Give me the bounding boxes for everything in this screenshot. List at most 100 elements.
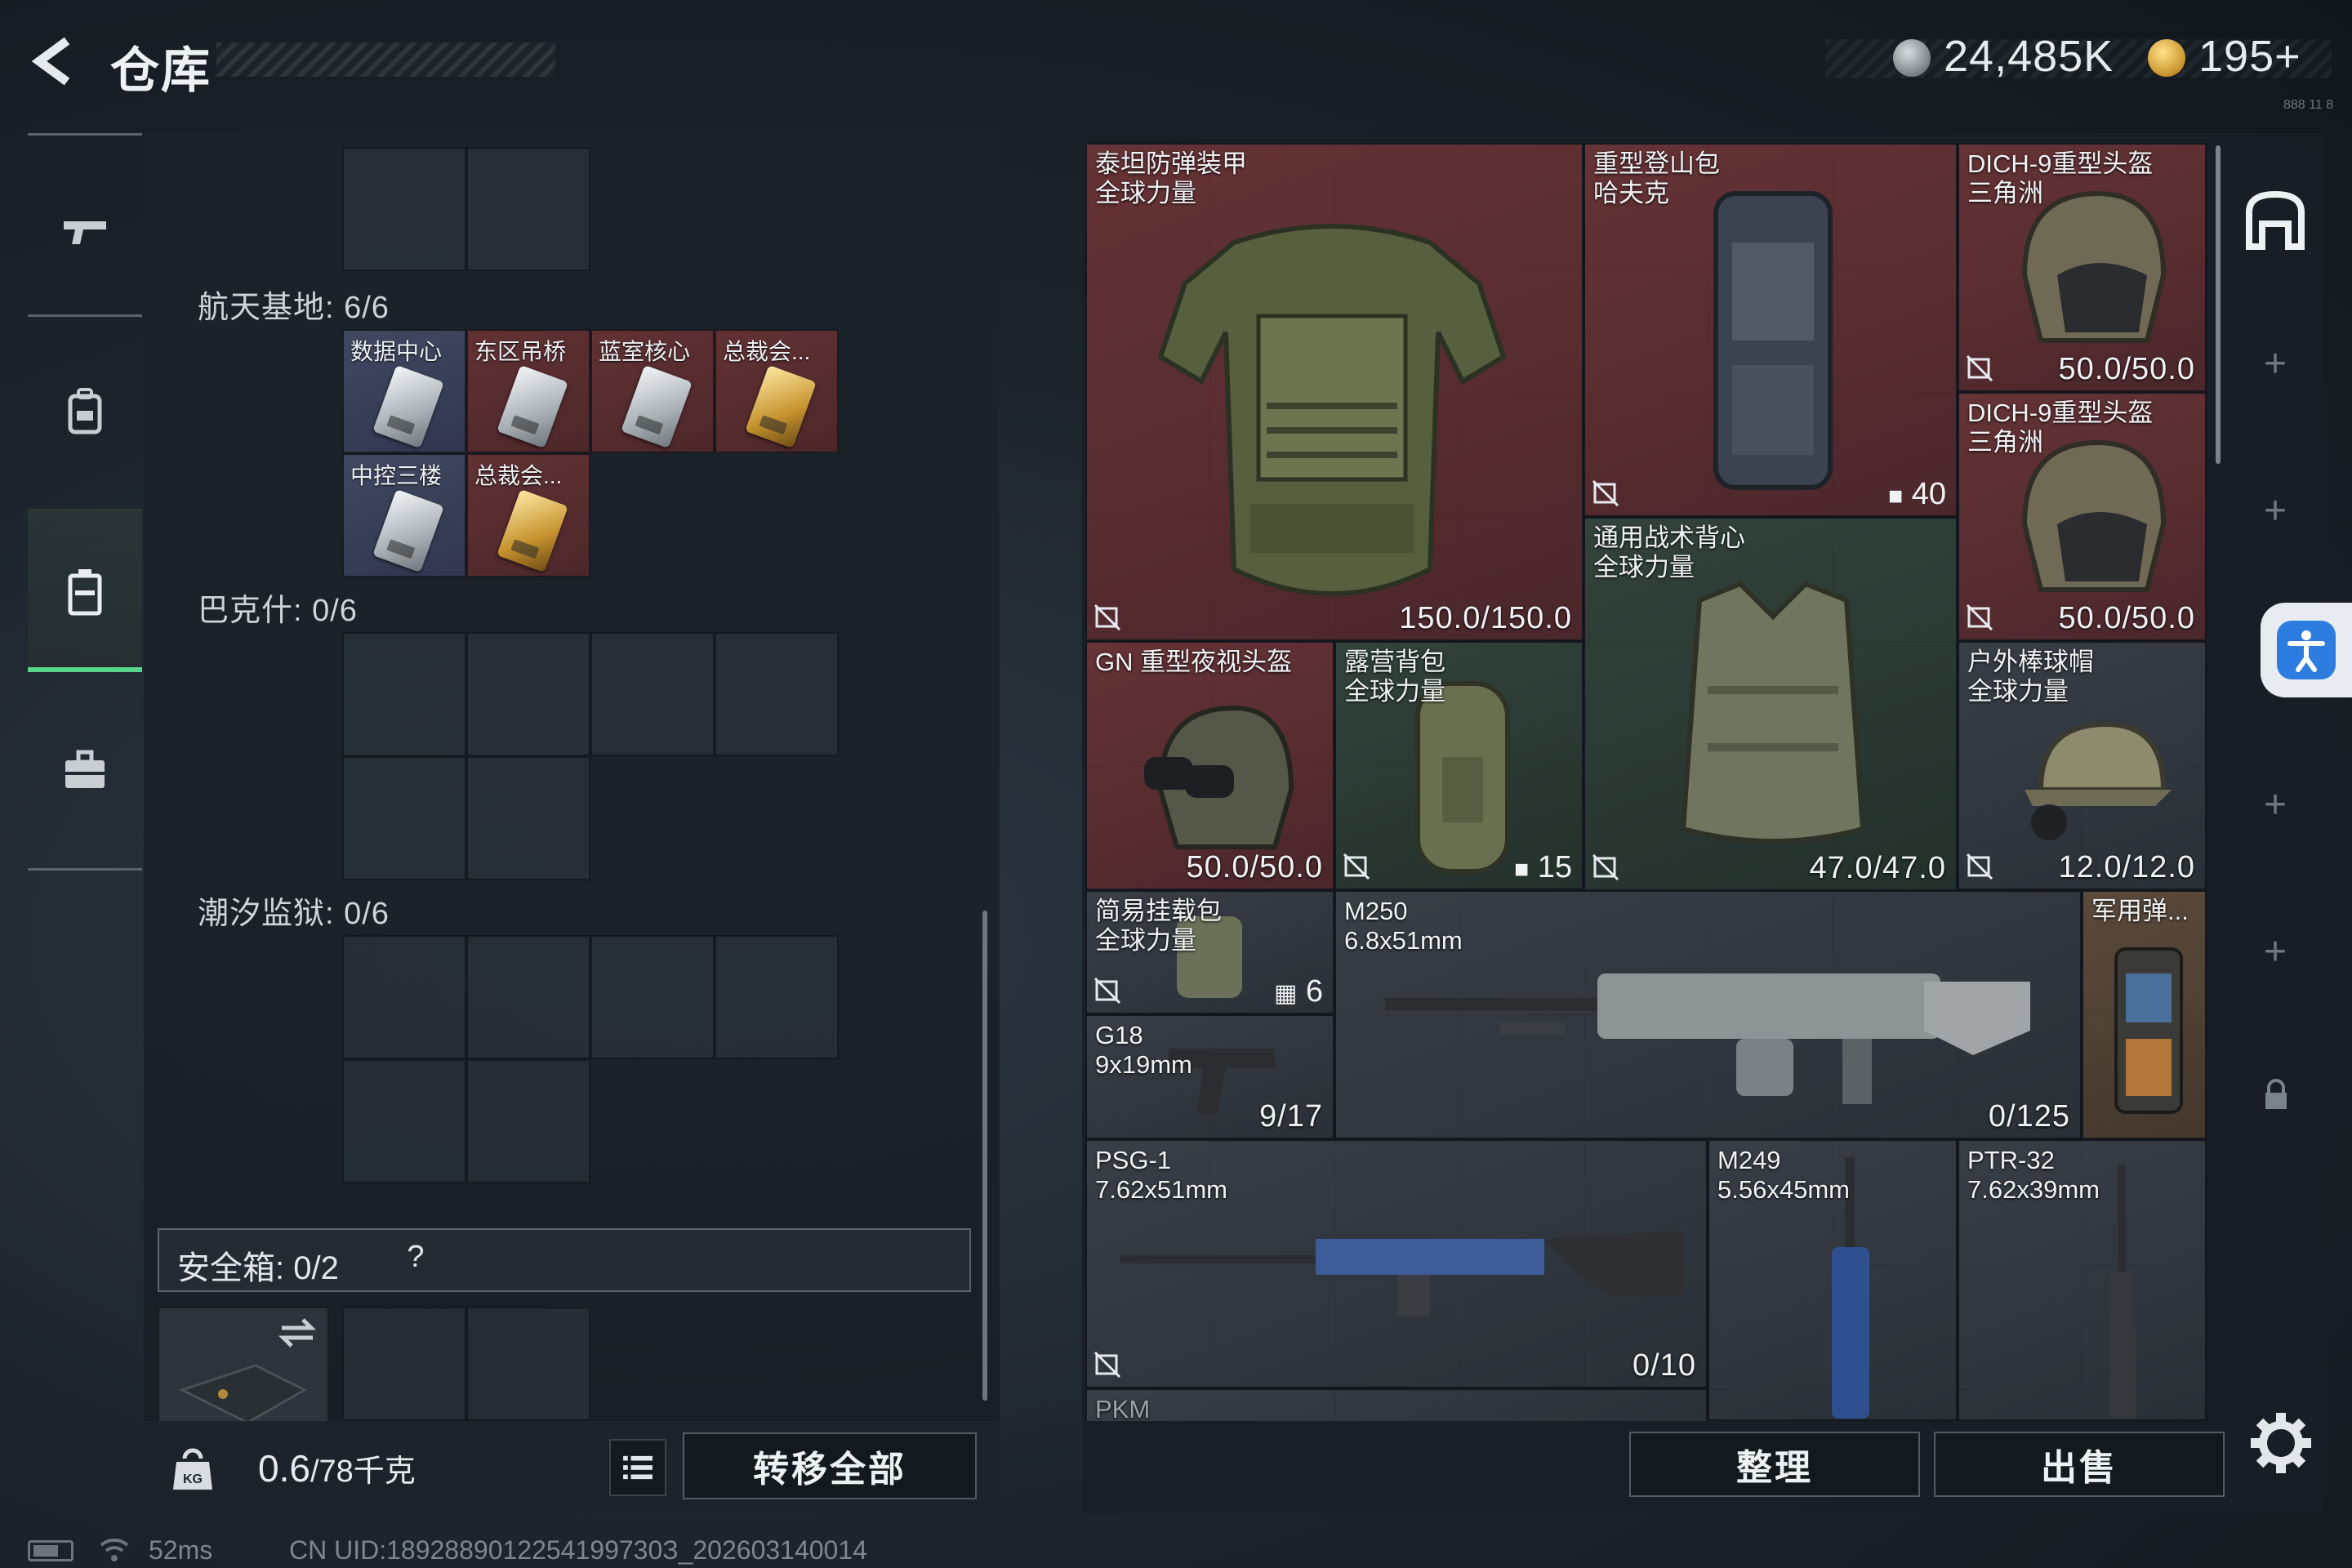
no-insure-icon: [1592, 479, 1619, 507]
storage-slot[interactable]: [466, 935, 590, 1059]
add-tab-plus-icon[interactable]: +: [2259, 345, 2292, 384]
swap-icon[interactable]: [278, 1316, 316, 1349]
safebox-slot[interactable]: [342, 1307, 466, 1421]
armor-icon: [1157, 224, 1507, 596]
storage-slot[interactable]: [342, 756, 466, 880]
battery-icon: [28, 1540, 74, 1561]
nav-divider: [28, 868, 142, 871]
container-grid: 泰坦防弹装甲 全球力量 150.0/150.0 重型登山包 哈夫克 ■ 40 D…: [1085, 143, 2207, 1421]
add-tab-plus-icon[interactable]: +: [2259, 492, 2292, 531]
durability-value: 12.0/12.0: [2058, 850, 2195, 884]
uid-readout: CN UID:1892889012254199730З_202603140014: [289, 1535, 867, 1565]
item-tactical-vest[interactable]: 通用战术背心 全球力量 47.0/47.0: [1584, 517, 1958, 891]
item-dich9-helmet[interactable]: DICH-9重型头盔 三角洲 50.0/50.0: [1958, 143, 2207, 392]
storage-slot[interactable]: [466, 632, 590, 756]
settings-button[interactable]: [2244, 1406, 2318, 1480]
weight-max: /78千克: [310, 1454, 416, 1489]
tidy-button[interactable]: 整理: [1629, 1432, 1920, 1497]
safebox-slot[interactable]: [466, 1307, 590, 1421]
section-label-aerospace: 航天基地: 6/6: [198, 291, 390, 325]
keycard-slot[interactable]: 数据中心: [342, 329, 466, 453]
sell-button[interactable]: 出售: [1934, 1432, 2225, 1497]
item-dich9-helmet[interactable]: DICH-9重型头盔 三角洲 50.0/50.0: [1958, 392, 2207, 641]
capacity-value: ■ 15: [1514, 850, 1572, 885]
transfer-all-button[interactable]: 转移全部: [683, 1432, 977, 1499]
safebox-help-button[interactable]: ?: [396, 1240, 435, 1281]
item-titan-armor[interactable]: 泰坦防弹装甲 全球力量 150.0/150.0: [1085, 143, 1584, 641]
container-scrollbar[interactable]: [2216, 145, 2221, 464]
capacity-number: 40: [1911, 477, 1946, 511]
side-nav: [28, 133, 142, 875]
item-g18[interactable]: G18 9x19mm 9/17: [1085, 1014, 1334, 1139]
keycard-icon: [372, 488, 444, 573]
keycard-slot[interactable]: 中控三楼: [342, 453, 466, 577]
storage-scrollbar[interactable]: [982, 911, 987, 1401]
backpack-icon: [1713, 191, 1833, 490]
item-m250[interactable]: M250 6.8x51mm 0/125: [1334, 890, 2082, 1139]
item-gn-nv-helmet[interactable]: GN 重型夜视头盔 50.0/50.0: [1085, 641, 1334, 890]
item-m249[interactable]: M249 5.56x45mm: [1708, 1139, 1958, 1421]
safebox-case-icon: [179, 1364, 308, 1424]
nav-warehouse[interactable]: [28, 509, 142, 672]
top-bar: 仓库 24,485K 195+ 888 11 8: [0, 0, 2352, 122]
silver-coin-icon: [1893, 39, 1931, 77]
safebox-slot[interactable]: [158, 1307, 329, 1431]
item-pkm[interactable]: PKM: [1085, 1388, 1708, 1421]
storage-slot[interactable]: [466, 147, 590, 271]
storage-slot[interactable]: [590, 632, 715, 756]
keycard-slot[interactable]: 总裁会...: [715, 329, 839, 453]
nav-equipment[interactable]: [28, 329, 142, 492]
item-name: 简易挂载包 全球力量: [1095, 897, 1222, 955]
item-name: G18 9x19mm: [1095, 1021, 1192, 1079]
nav-weapons[interactable]: [28, 151, 142, 314]
add-tab-plus-icon[interactable]: +: [2259, 786, 2292, 825]
locker-icon: [68, 568, 102, 615]
storage-slot[interactable]: [715, 935, 839, 1059]
item-outdoor-cap[interactable]: 户外棒球帽 全球力量 12.0/12.0: [1958, 641, 2207, 890]
nav-briefcase[interactable]: [28, 688, 142, 852]
keycard-name: 东区吊桥: [474, 339, 567, 364]
add-tab-plus-icon[interactable]: +: [2259, 933, 2292, 972]
no-insure-icon: [1094, 1351, 1121, 1379]
storage-slot[interactable]: [466, 756, 590, 880]
safebox-header: 安全箱: 0/2 ?: [158, 1228, 971, 1292]
storage-slot[interactable]: [342, 632, 466, 756]
nav-divider: [28, 133, 142, 136]
accessibility-button[interactable]: [2261, 603, 2352, 697]
keycard-slot[interactable]: 东区吊桥: [466, 329, 590, 453]
item-military-ammo[interactable]: 军用弹...: [2082, 890, 2207, 1139]
durability-value: 50.0/50.0: [1186, 850, 1323, 884]
title-decoration: [216, 42, 555, 77]
no-insure-icon: [1094, 604, 1121, 631]
list-view-button[interactable]: [609, 1439, 666, 1496]
item-name: 重型登山包 哈夫克: [1593, 149, 1720, 207]
svg-text:KG: KG: [183, 1472, 203, 1486]
back-button[interactable]: [24, 33, 82, 90]
storage-slot[interactable]: [715, 632, 839, 756]
keycard-slot[interactable]: 总裁会...: [466, 453, 590, 577]
item-name: 户外棒球帽 全球力量: [1967, 648, 2094, 706]
status-bar: 52ms CN UID:1892889012254199730З_2026031…: [28, 1535, 1008, 1568]
keycard-slot[interactable]: 蓝室核心: [590, 329, 715, 453]
storage-slot[interactable]: [466, 1059, 590, 1183]
storage-slot[interactable]: [342, 147, 466, 271]
weight-icon: KG: [173, 1448, 212, 1490]
container-tab-icon[interactable]: [2243, 188, 2308, 253]
storage-slot[interactable]: [590, 935, 715, 1059]
item-psg1[interactable]: PSG-1 7.62x51mm 0/10: [1085, 1139, 1708, 1388]
item-name: PTR-32 7.62x39mm: [1967, 1146, 2100, 1204]
item-ptr32[interactable]: PTR-32 7.62x39mm: [1958, 1139, 2207, 1421]
item-name: PSG-1 7.62x51mm: [1095, 1146, 1227, 1204]
no-insure-icon: [1966, 354, 1993, 382]
item-heavy-backpack[interactable]: 重型登山包 哈夫克 ■ 40: [1584, 143, 1958, 517]
item-name: 泰坦防弹装甲 全球力量: [1095, 149, 1247, 207]
silver-currency-amount[interactable]: 24,485K: [1944, 31, 2114, 82]
safebox-label: 安全箱: 0/2: [177, 1250, 339, 1286]
weight-readout: 0.6/78千克: [258, 1446, 416, 1490]
item-camping-backpack[interactable]: 露营背包 全球力量 ■ 15: [1334, 641, 1584, 890]
gold-currency-amount[interactable]: 195+: [2198, 31, 2301, 82]
storage-slot[interactable]: [342, 1059, 466, 1183]
item-simple-rig-bag[interactable]: 简易挂载包 全球力量 ▦ 6: [1085, 890, 1334, 1014]
durability-value: 50.0/50.0: [2058, 352, 2195, 386]
storage-slot[interactable]: [342, 935, 466, 1059]
